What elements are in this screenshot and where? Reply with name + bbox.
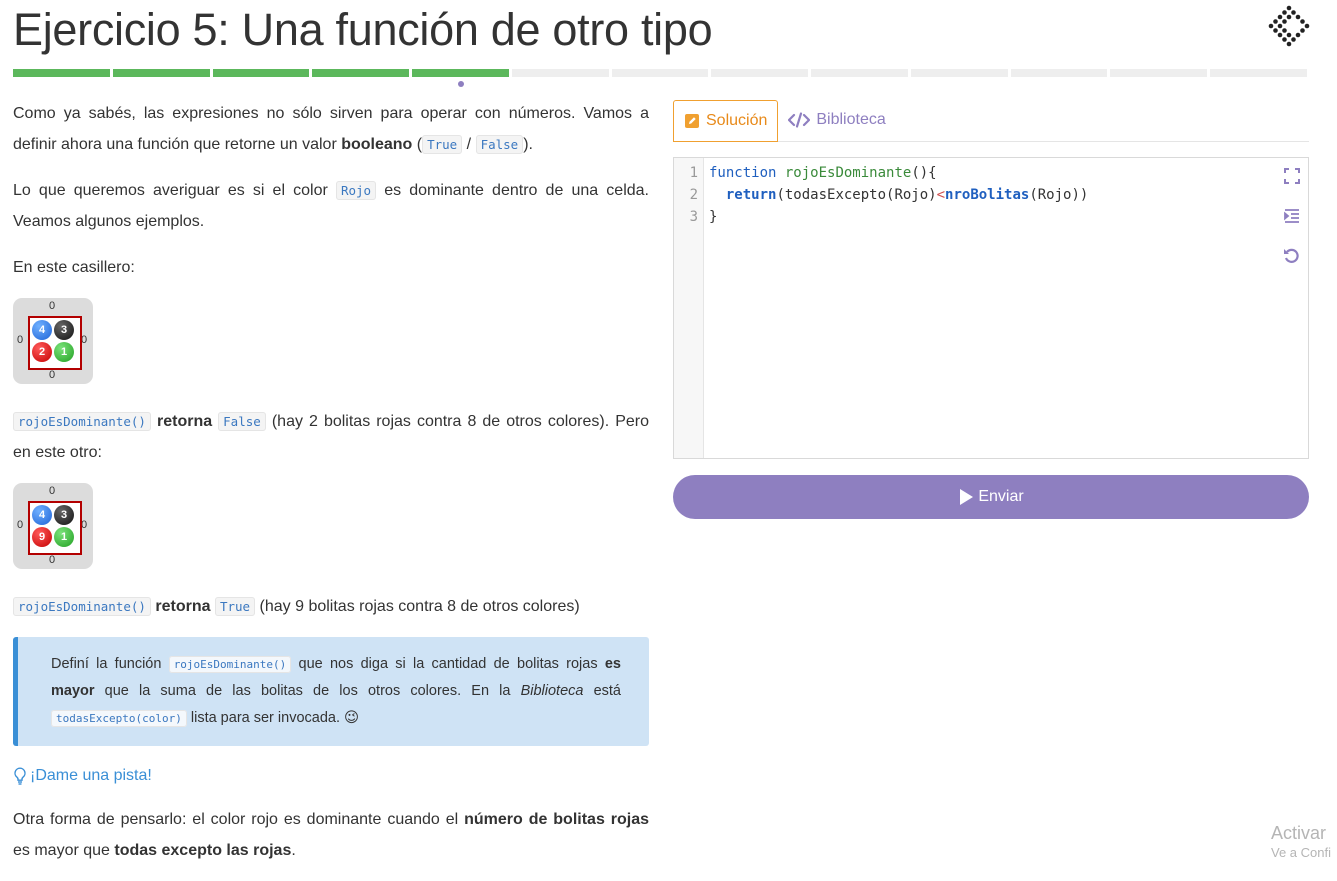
code-line-2: return(todasExcepto(Rojo)<nroBolitas(Roj… — [725, 187, 1089, 203]
code-function-call: rojoEsDominante() — [13, 412, 151, 431]
fullscreen-icon[interactable] — [1282, 166, 1302, 190]
result-1-paragraph: rojoEsDominante() retorna False (hay 2 b… — [13, 412, 650, 461]
board-right-label: 0 — [81, 519, 88, 531]
code-line-3: } — [709, 209, 718, 225]
code-icon — [788, 112, 811, 128]
edit-icon — [685, 114, 699, 128]
play-icon — [960, 489, 974, 505]
task-callout: Definí la función rojoEsDominante() que … — [13, 637, 649, 746]
intro-paragraph: Como ya sabés, las expresiones no sólo s… — [13, 105, 649, 154]
progress-segment[interactable] — [1110, 69, 1208, 77]
progress-segment[interactable] — [811, 69, 908, 77]
editor-toolbar — [1282, 166, 1302, 270]
line-number: 2 — [689, 187, 698, 203]
progress-segment[interactable] — [711, 69, 809, 77]
progress-segment[interactable] — [312, 69, 410, 77]
board-bottom-label: 0 — [49, 369, 56, 381]
green-ball: 1 — [54, 342, 74, 362]
panel-tabs: Solución Biblioteca — [673, 98, 1309, 142]
green-ball: 1 — [54, 527, 74, 547]
progress-segment[interactable] — [212, 69, 310, 77]
wink-emoji: 😉 — [344, 710, 360, 726]
submit-button[interactable]: Enviar — [673, 475, 1309, 519]
line-number-gutter: 1 2 3 — [674, 158, 704, 458]
code-line-1: function rojoEsDominante(){ — [709, 165, 937, 181]
progress-segment[interactable] — [412, 69, 509, 77]
hint-label: ¡Dame una pista! — [30, 767, 152, 784]
exercise-progress-bar — [13, 69, 1307, 77]
progress-segment[interactable] — [511, 69, 609, 77]
code-library-function: todasExcepto(color) — [51, 710, 187, 727]
code-rojo: Rojo — [335, 181, 377, 200]
solution-panel: Solución Biblioteca 1 2 3 function rojoE… — [673, 98, 1309, 519]
board-example-1: 0 0 0 0 4 3 2 1 — [13, 298, 93, 384]
board-top-label: 0 — [49, 485, 56, 497]
board-bottom-label: 0 — [49, 554, 56, 566]
code-function-call: rojoEsDominante() — [13, 597, 151, 616]
red-ball: 2 — [32, 342, 52, 362]
progress-segment[interactable] — [1010, 69, 1108, 77]
code-true: True — [214, 597, 256, 616]
board-right-label: 0 — [81, 334, 88, 346]
tab-library[interactable]: Biblioteca — [778, 99, 895, 141]
indent-icon[interactable] — [1282, 206, 1302, 230]
progress-segment[interactable] — [910, 69, 1008, 77]
code-function-name: rojoEsDominante() — [168, 656, 292, 673]
lightbulb-icon — [14, 766, 26, 785]
result-2-paragraph: rojoEsDominante() retorna True (hay 9 bo… — [13, 591, 649, 622]
submit-label: Enviar — [978, 488, 1024, 505]
board-top-label: 0 — [49, 300, 56, 312]
code-editor[interactable]: 1 2 3 function rojoEsDominante(){ return… — [673, 157, 1309, 459]
tab-solution[interactable]: Solución — [673, 100, 779, 142]
reset-icon[interactable] — [1282, 246, 1302, 270]
board-cell: 4 3 9 1 — [28, 501, 82, 555]
extra-paragraph: Otra forma de pensarlo: el color rojo es… — [13, 811, 650, 859]
board-example-2: 0 0 0 0 4 3 9 1 — [13, 483, 93, 569]
mumuki-logo-icon[interactable] — [1266, 4, 1312, 50]
hint-link[interactable]: ¡Dame una pista! — [13, 760, 649, 791]
code-true: True — [422, 135, 463, 154]
progress-segment[interactable] — [13, 69, 110, 77]
page-title: Ejercicio 5: Una función de otro tipo — [13, 4, 713, 55]
code-content[interactable]: function rojoEsDominante(){ return(todas… — [709, 162, 1088, 228]
progress-segment[interactable] — [112, 69, 210, 77]
progress-segment[interactable] — [1210, 69, 1307, 77]
tab-library-label: Biblioteca — [816, 111, 886, 128]
code-false: False — [475, 135, 524, 154]
example-intro: En este casillero: — [13, 259, 135, 276]
current-step-indicator — [458, 81, 464, 87]
board-cell: 4 3 2 1 — [28, 316, 82, 370]
exercise-statement: Como ya sabés, las expresiones no sólo s… — [13, 98, 649, 881]
activation-watermark: Activar Ve a Confi — [1271, 823, 1331, 860]
line-number: 3 — [689, 209, 698, 225]
progress-segment[interactable] — [611, 69, 709, 77]
line-number: 1 — [689, 165, 698, 181]
goal-paragraph: Lo que queremos averiguar es si el color… — [13, 181, 649, 230]
tab-solution-label: Solución — [706, 112, 768, 129]
red-ball: 9 — [32, 527, 52, 547]
code-false: False — [218, 412, 266, 431]
